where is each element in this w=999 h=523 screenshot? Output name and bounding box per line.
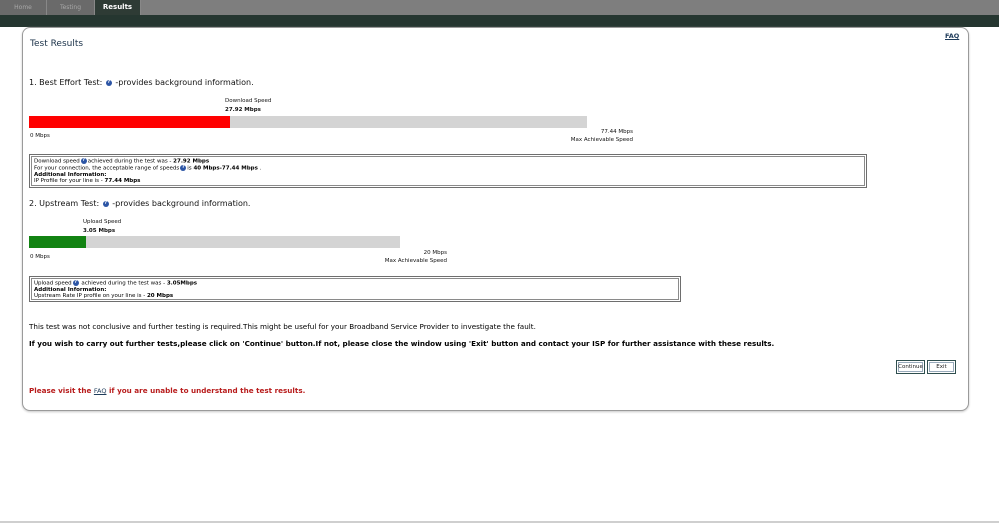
upload-min-label: 0 Mbps <box>30 254 50 260</box>
header-band <box>0 15 999 27</box>
download-min-label: 0 Mbps <box>30 133 50 139</box>
upload-info-line-3: Upstream Rate IP profile on your line is… <box>34 293 676 299</box>
download-info-text: . <box>257 165 262 172</box>
faq-visit-text: Please visit the <box>29 386 94 395</box>
help-icon[interactable]: ? <box>105 79 112 86</box>
faq-link[interactable]: FAQ <box>945 32 959 40</box>
download-info-value: 27.92 Mbps <box>173 158 210 165</box>
upload-info-box: Upload speed? achieved during the test w… <box>29 276 681 302</box>
best-effort-heading-suffix: -provides background information. <box>115 78 254 87</box>
help-icon[interactable]: ? <box>180 164 187 171</box>
faq-inline-link[interactable]: FAQ <box>94 387 107 395</box>
upload-speed-bar <box>29 236 400 248</box>
upload-speed-bar-fill <box>29 236 86 248</box>
download-info-text: For your connection, the acceptable rang… <box>34 165 180 172</box>
upload-info-value: 3.05Mbps <box>166 280 198 287</box>
download-speed-value: 27.92 Mbps <box>225 107 261 113</box>
upload-max-value: 20 Mbps <box>423 250 447 256</box>
download-info-box: Download speed? achieved during the test … <box>29 154 867 188</box>
upload-speed-label: Upload Speed <box>83 219 122 225</box>
additional-info-heading: Additional Information: <box>34 286 107 293</box>
help-icon[interactable]: ? <box>80 158 87 164</box>
faq-visit-text: if you are unable to understand the test… <box>106 386 306 395</box>
download-max-value: 77.44 Mbps <box>600 129 633 135</box>
download-info-line-4: IP Profile for your line is - 77.44 Mbps <box>34 178 862 184</box>
download-info-text: achieved during the test was - <box>87 158 174 165</box>
download-speed-label: Download Speed <box>225 98 272 104</box>
best-effort-heading: 1. Best Effort Test: ? -provides backgro… <box>29 78 254 87</box>
page-title: Test Results <box>30 39 84 49</box>
additional-info-heading: Additional Information: <box>34 171 107 178</box>
help-icon[interactable]: ? <box>72 280 79 286</box>
tab-results[interactable]: Results <box>95 0 141 15</box>
instructions-message: If you wish to carry out further tests,p… <box>29 339 775 348</box>
top-nav-bar: Home Testing Results <box>0 0 999 15</box>
download-info-line-1: Download speed? achieved during the test … <box>34 158 862 165</box>
download-info-text: IP Profile for your line is - <box>34 178 105 185</box>
help-icon[interactable]: ? <box>102 200 109 207</box>
continue-button[interactable]: Continue <box>896 360 925 374</box>
tab-home[interactable]: Home <box>0 0 47 15</box>
upload-info-text: Upload speed <box>34 280 72 287</box>
exit-button[interactable]: Exit <box>927 360 956 374</box>
acceptable-range-value: 40 Mbps-77.44 Mbps <box>193 165 258 172</box>
upstream-heading-suffix: -provides background information. <box>112 199 251 208</box>
faq-visit-notice: Please visit the FAQ if you are unable t… <box>29 386 305 395</box>
upload-info-line-1: Upload speed? achieved during the test w… <box>34 280 676 287</box>
upstream-heading: 2. Upstream Test: ? -provides background… <box>29 199 250 208</box>
download-info-line-2: For your connection, the acceptable rang… <box>34 164 862 172</box>
download-speed-bar-fill <box>29 116 231 128</box>
download-max-label: Max Achievable Speed <box>570 137 633 143</box>
inconclusive-message: This test was not conclusive and further… <box>29 322 536 331</box>
download-speed-bar <box>29 116 587 128</box>
upstream-profile-value: 20 Mbps <box>146 293 174 300</box>
upload-info-text: Upstream Rate IP profile on your line is… <box>34 293 147 300</box>
upload-max-label: Max Achievable Speed <box>384 258 447 264</box>
tab-testing[interactable]: Testing <box>47 0 95 15</box>
upstream-heading-prefix: 2. Upstream Test: <box>29 199 100 208</box>
upload-speed-value: 3.05 Mbps <box>83 228 116 234</box>
best-effort-heading-prefix: 1. Best Effort Test: <box>29 78 103 87</box>
ip-profile-value: 77.44 Mbps <box>104 178 141 185</box>
upload-info-text: achieved during the test was - <box>79 280 167 287</box>
download-info-text: Download speed <box>34 158 80 165</box>
